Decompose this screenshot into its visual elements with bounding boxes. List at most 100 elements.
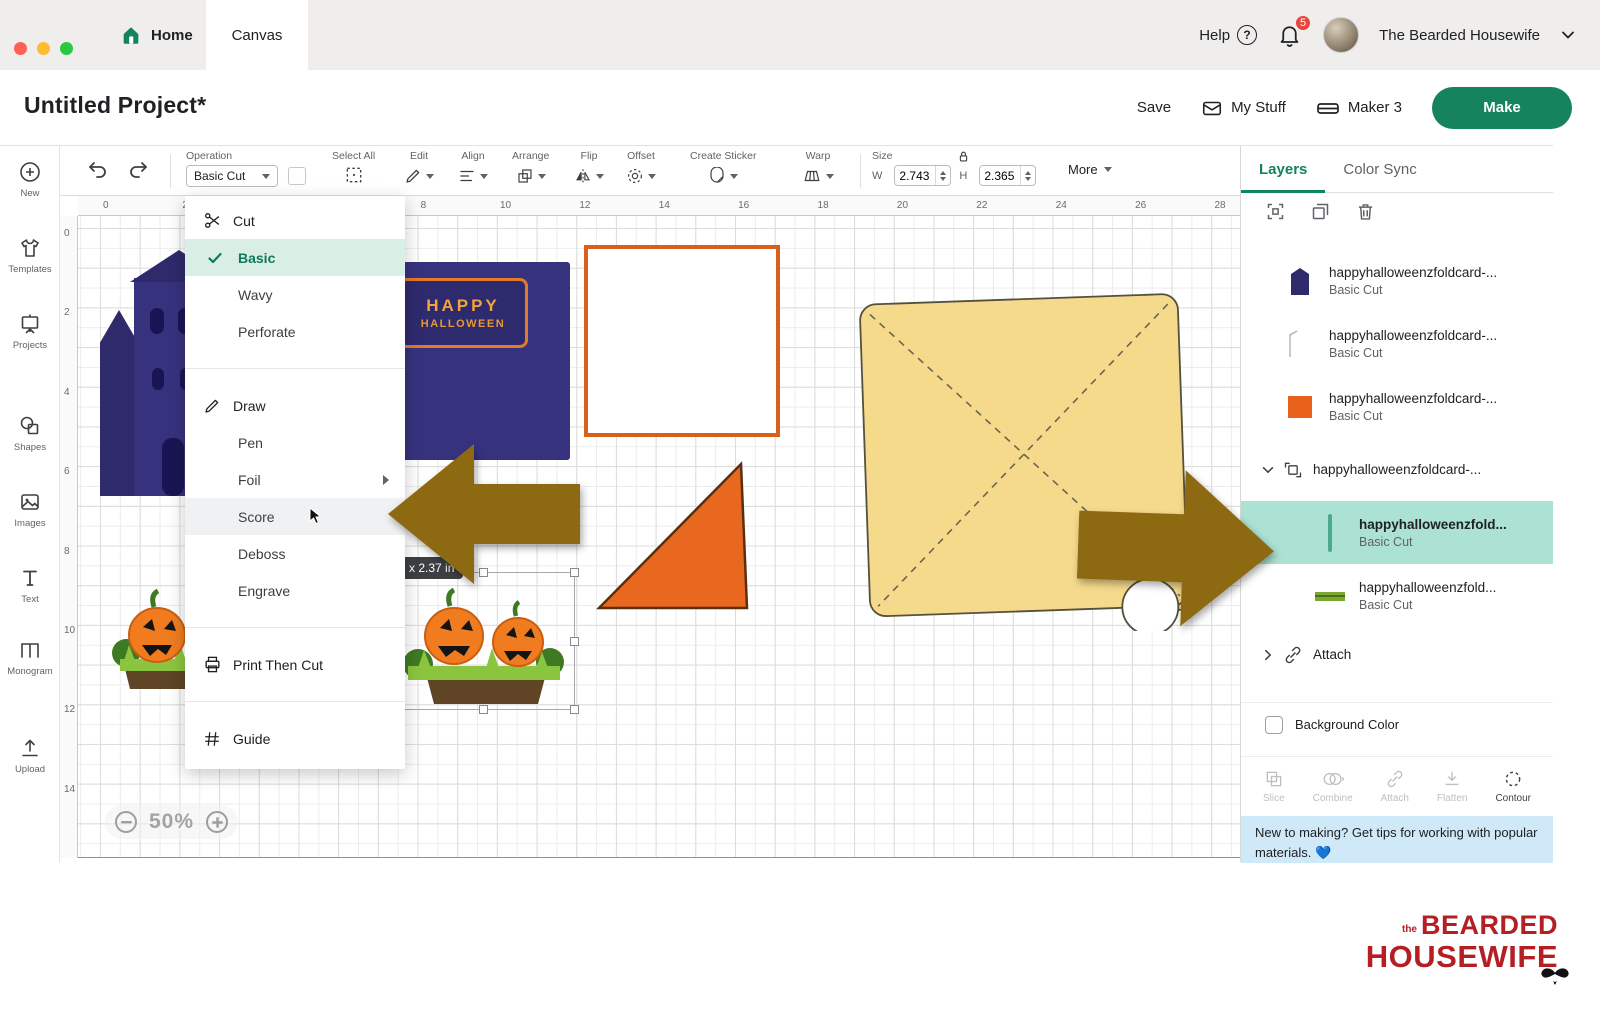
sidebar-item-templates[interactable]: Templates — [0, 236, 60, 275]
size-lock-button[interactable] — [956, 149, 971, 164]
menu-item-basic[interactable]: Basic — [185, 239, 405, 276]
machine-select[interactable]: Maker 3 — [1316, 96, 1402, 120]
attach-chain-icon — [1283, 645, 1303, 665]
layer-row-selected[interactable]: happyhalloweenzfold...Basic Cut — [1241, 501, 1553, 564]
menu-item-perforate[interactable]: Perforate — [185, 313, 405, 350]
arrange-icon — [516, 167, 534, 185]
tab-layers[interactable]: Layers — [1241, 146, 1325, 193]
tips-banner[interactable]: New to making? Get tips for working with… — [1241, 816, 1553, 863]
design-canvas[interactable]: 0246810121416182022242628 02468101214 — [60, 196, 1240, 862]
height-input[interactable] — [979, 165, 1036, 186]
combine-button[interactable]: Combine — [1313, 769, 1353, 804]
linetype-swatch[interactable] — [288, 167, 306, 185]
menu-item-wavy[interactable]: Wavy — [185, 276, 405, 313]
zoom-in-button[interactable] — [206, 811, 228, 833]
close-window-button[interactable] — [14, 42, 27, 55]
resize-handle-s[interactable] — [479, 705, 488, 714]
orange-triangle-shape[interactable] — [595, 460, 755, 612]
warp-button[interactable]: Warp — [802, 150, 834, 187]
my-stuff-label: My Stuff — [1231, 99, 1286, 116]
ruler-vertical: 02468101214 — [60, 216, 78, 858]
minimize-window-button[interactable] — [37, 42, 50, 55]
zoom-out-button[interactable] — [115, 811, 137, 833]
upload-icon — [18, 736, 42, 760]
save-button[interactable]: Save — [1137, 99, 1171, 116]
layer-group-row[interactable]: happyhalloweenzfoldcard-... — [1241, 438, 1553, 501]
slice-button[interactable]: Slice — [1263, 769, 1285, 804]
project-title: Untitled Project* — [24, 92, 206, 119]
select-all-button[interactable]: Select All — [332, 150, 375, 185]
layer-row-grass[interactable]: happyhalloweenzfold...Basic Cut — [1241, 564, 1553, 627]
sidebar-item-new[interactable]: New — [0, 160, 60, 199]
layer-row-3[interactable]: happyhalloweenzfoldcard-...Basic Cut — [1241, 375, 1553, 438]
menu-item-cut[interactable]: Cut — [185, 202, 405, 239]
edit-button[interactable]: Edit — [404, 150, 434, 187]
offset-icon — [626, 167, 644, 185]
menu-item-print-then-cut[interactable]: Print Then Cut — [185, 646, 405, 683]
tab-home[interactable]: Home — [102, 0, 211, 70]
resize-handle-e[interactable] — [570, 637, 579, 646]
chevron-down-icon — [262, 174, 270, 179]
maximize-window-button[interactable] — [60, 42, 73, 55]
menu-item-draw[interactable]: Draw — [185, 387, 405, 424]
width-input[interactable] — [894, 165, 951, 186]
background-color-row: Background Color — [1241, 702, 1553, 746]
undo-button[interactable] — [86, 158, 110, 182]
create-sticker-button[interactable]: Create Sticker — [690, 150, 757, 187]
sign-line1: HAPPY — [426, 296, 500, 316]
tab-canvas-label: Canvas — [232, 27, 283, 44]
tab-canvas[interactable]: Canvas — [206, 0, 308, 70]
resize-handle-se[interactable] — [570, 705, 579, 714]
sidebar-item-projects[interactable]: Projects — [0, 312, 60, 351]
panel-tabs: Layers Color Sync — [1241, 146, 1553, 193]
sidebar-item-images[interactable]: Images — [0, 490, 60, 529]
chevron-right-icon[interactable] — [1261, 648, 1275, 662]
more-button[interactable]: More — [1068, 162, 1112, 177]
background-color-checkbox[interactable] — [1265, 716, 1283, 734]
flatten-icon — [1442, 769, 1462, 789]
avatar[interactable] — [1323, 17, 1359, 53]
attach-button[interactable]: Attach — [1381, 769, 1409, 804]
selection-bounding-box[interactable] — [392, 572, 575, 710]
width-stepper[interactable] — [935, 166, 950, 185]
offset-button[interactable]: Offset — [626, 150, 656, 187]
contour-button[interactable]: Contour — [1495, 769, 1531, 804]
machine-icon — [1316, 96, 1340, 120]
sign-line2: HALLOWEEN — [421, 318, 505, 330]
layer-row-1[interactable]: happyhalloweenzfoldcard-...Basic Cut — [1241, 249, 1553, 312]
multi-select-icon[interactable] — [1265, 201, 1286, 222]
trash-icon[interactable] — [1355, 201, 1376, 222]
pencil-icon — [404, 167, 422, 185]
menu-item-foil[interactable]: Foil — [185, 461, 405, 498]
contour-icon — [1503, 769, 1523, 789]
attach-group-row[interactable]: Attach — [1241, 627, 1553, 682]
sidebar-item-shapes[interactable]: Shapes — [0, 414, 60, 453]
my-stuff-button[interactable]: My Stuff — [1201, 97, 1286, 119]
tab-color-sync[interactable]: Color Sync — [1325, 146, 1434, 193]
sidebar-item-monogram[interactable]: Monogram — [0, 638, 60, 677]
help-button[interactable]: Help ? — [1199, 25, 1257, 45]
flatten-button[interactable]: Flatten — [1437, 769, 1468, 804]
menu-item-pen[interactable]: Pen — [185, 424, 405, 461]
chevron-down-icon[interactable] — [1560, 27, 1576, 43]
duplicate-icon[interactable] — [1310, 201, 1331, 222]
layer-row-2[interactable]: happyhalloweenzfoldcard-...Basic Cut — [1241, 312, 1553, 375]
operation-dropdown[interactable]: Basic Cut — [186, 165, 278, 187]
menu-item-engrave[interactable]: Engrave — [185, 572, 405, 609]
combine-icon — [1322, 769, 1344, 789]
menu-item-score[interactable]: Score — [185, 498, 405, 535]
app-window: Home Canvas Help ? 5 The Bearded Housewi… — [0, 0, 1600, 1017]
flip-button[interactable]: Flip — [574, 150, 604, 187]
redo-button[interactable] — [126, 158, 150, 182]
make-button[interactable]: Make — [1432, 87, 1572, 129]
menu-item-guide[interactable]: Guide — [185, 720, 405, 757]
happy-halloween-sign[interactable]: HAPPY HALLOWEEN — [398, 278, 528, 348]
height-stepper[interactable] — [1020, 166, 1035, 185]
sidebar-item-text[interactable]: Text — [0, 566, 60, 605]
align-button[interactable]: Align — [458, 150, 488, 187]
arrange-button[interactable]: Arrange — [512, 150, 549, 187]
sidebar-item-upload[interactable]: Upload — [0, 736, 60, 775]
notifications-button[interactable]: 5 — [1277, 22, 1303, 48]
white-square-shape[interactable] — [584, 245, 780, 437]
menu-item-deboss[interactable]: Deboss — [185, 535, 405, 572]
